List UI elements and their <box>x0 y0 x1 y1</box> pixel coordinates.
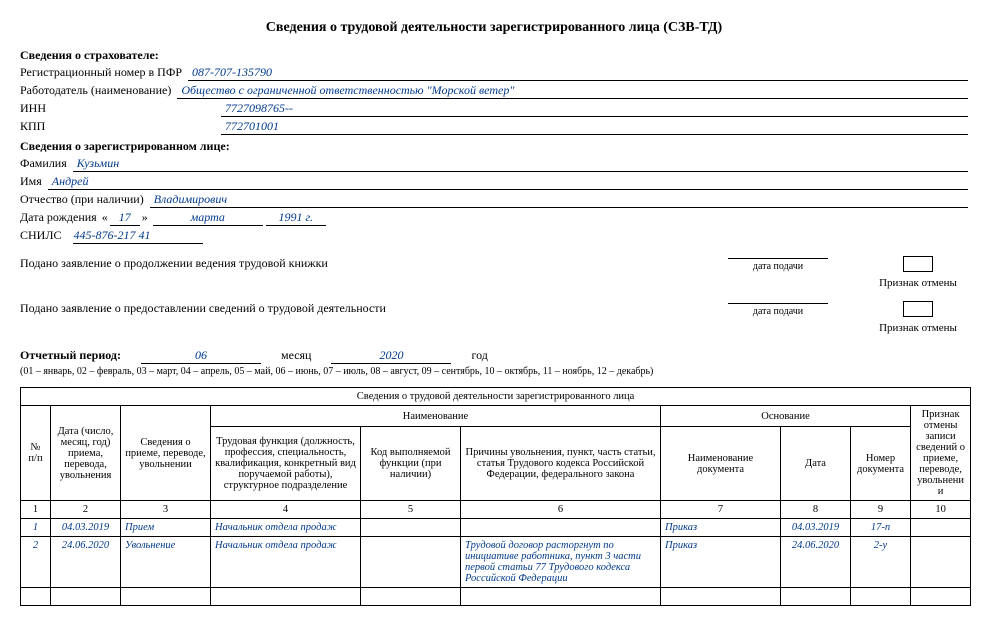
colnum-9: 9 <box>851 501 911 519</box>
hdr-osn: Основание <box>661 406 911 427</box>
kpp-value: 772701001 <box>221 119 968 135</box>
r1-cancel <box>911 519 971 537</box>
patronymic-label: Отчество (при наличии) <box>20 192 150 207</box>
application-line1: Подано заявление о продолжении ведения т… <box>20 256 688 271</box>
person-head: Сведения о зарегистрированном лице: <box>20 139 968 154</box>
colnum-10: 10 <box>911 501 971 519</box>
inn-value: 7727098765-- <box>221 101 968 117</box>
hdr-npp: № п/п <box>21 406 51 501</box>
r2-reason: Трудовой договор расторгнут по инициатив… <box>461 537 661 588</box>
period-hint: (01 – январь, 02 – февраль, 03 – март, 0… <box>20 366 968 377</box>
hdr-event: Сведения о приеме, переводе, увольнении <box>121 406 211 501</box>
hdr-dnum: Номер документа <box>851 427 911 501</box>
cancel-box-1 <box>903 256 933 272</box>
hdr-date: Дата (число, месяц, год) приема, перевод… <box>51 406 121 501</box>
reg-label: Регистрационный номер в ПФР <box>20 65 188 80</box>
r2-cancel <box>911 537 971 588</box>
snils-value: 445-876-217 41 <box>73 228 203 244</box>
insurer-head: Сведения о страхователе: <box>20 48 968 63</box>
r1-code <box>361 519 461 537</box>
firstname-value: Андрей <box>48 174 968 190</box>
hdr-ddate: Дата <box>781 427 851 501</box>
cancel-label-2: Признак отмены <box>868 322 968 334</box>
date-submit-label-2: дата подачи <box>728 303 828 317</box>
colnum-5: 5 <box>361 501 461 519</box>
r2-code <box>361 537 461 588</box>
hdr-code: Код выполняемой функции (при наличии) <box>361 427 461 501</box>
period-label: Отчетный период: <box>20 348 121 363</box>
dob-year: 1991 г. <box>266 210 326 226</box>
table-caption: Сведения о трудовой деятельности зарегис… <box>21 388 971 406</box>
dob-label: Дата рождения <box>20 210 97 224</box>
hdr-func: Трудовая функция (должность, профессия, … <box>211 427 361 501</box>
date-submit-2: дата подачи <box>728 301 828 317</box>
patronymic-value: Владимирович <box>150 192 968 208</box>
surname-label: Фамилия <box>20 156 73 171</box>
snils-label: СНИЛС <box>20 228 61 243</box>
r2-date: 24.06.2020 <box>51 537 121 588</box>
dob-row: Дата рождения «17» марта 1991 г. <box>20 210 968 226</box>
cancel-box-2 <box>903 301 933 317</box>
reg-value: 087-707-135790 <box>188 65 968 81</box>
firstname-label: Имя <box>20 174 48 189</box>
r2-func: Начальник отдела продаж <box>211 537 361 588</box>
date-submit-label-1: дата подачи <box>728 258 828 272</box>
table-row: 1 04.03.2019 Прием Начальник отдела прод… <box>21 519 971 537</box>
application-line2: Подано заявление о предоставлении сведен… <box>20 301 688 316</box>
table-row: 2 24.06.2020 Увольнение Начальник отдела… <box>21 537 971 588</box>
cancel-label-1: Признак отмены <box>868 277 968 289</box>
hdr-cancel: Признак отмены записи сведений о приеме,… <box>911 406 971 501</box>
period-month-label: месяц <box>281 348 312 363</box>
period-year-value: 2020 <box>331 348 451 364</box>
colnum-8: 8 <box>781 501 851 519</box>
period-month-value: 06 <box>141 348 261 364</box>
period-year-label: год <box>471 348 487 363</box>
r2-ddate: 24.06.2020 <box>781 537 851 588</box>
table-row-empty <box>21 588 971 606</box>
hdr-naim: Наименование <box>211 406 661 427</box>
employer-label: Работодатель (наименование) <box>20 83 177 98</box>
r2-n: 2 <box>21 537 51 588</box>
r1-date: 04.03.2019 <box>51 519 121 537</box>
r1-event: Прием <box>121 519 211 537</box>
r1-n: 1 <box>21 519 51 537</box>
cancel-block-1: Признак отмены <box>868 256 968 289</box>
activity-table: Сведения о трудовой деятельности зарегис… <box>20 387 971 606</box>
r1-ddate: 04.03.2019 <box>781 519 851 537</box>
kpp-label: КПП <box>20 119 221 134</box>
colnum-3: 3 <box>121 501 211 519</box>
r1-reason <box>461 519 661 537</box>
hdr-doc: Наименование документа <box>661 427 781 501</box>
colnum-4: 4 <box>211 501 361 519</box>
surname-value: Кузьмин <box>73 156 968 172</box>
colnum-2: 2 <box>51 501 121 519</box>
r2-dnum: 2-у <box>851 537 911 588</box>
r1-dnum: 17-п <box>851 519 911 537</box>
cancel-block-2: Признак отмены <box>868 301 968 334</box>
r1-func: Начальник отдела продаж <box>211 519 361 537</box>
dob-day: 17 <box>110 210 140 226</box>
r1-doc: Приказ <box>661 519 781 537</box>
r2-doc: Приказ <box>661 537 781 588</box>
inn-label: ИНН <box>20 101 221 116</box>
colnum-7: 7 <box>661 501 781 519</box>
employer-value: Общество с ограниченной ответственностью… <box>177 83 968 99</box>
date-submit-1: дата подачи <box>728 256 828 272</box>
hdr-reason: Причины увольнения, пункт, часть статьи,… <box>461 427 661 501</box>
r2-event: Увольнение <box>121 537 211 588</box>
page-title: Сведения о трудовой деятельности зарегис… <box>20 20 968 36</box>
colnum-6: 6 <box>461 501 661 519</box>
dob-month: марта <box>153 210 263 226</box>
colnum-1: 1 <box>21 501 51 519</box>
